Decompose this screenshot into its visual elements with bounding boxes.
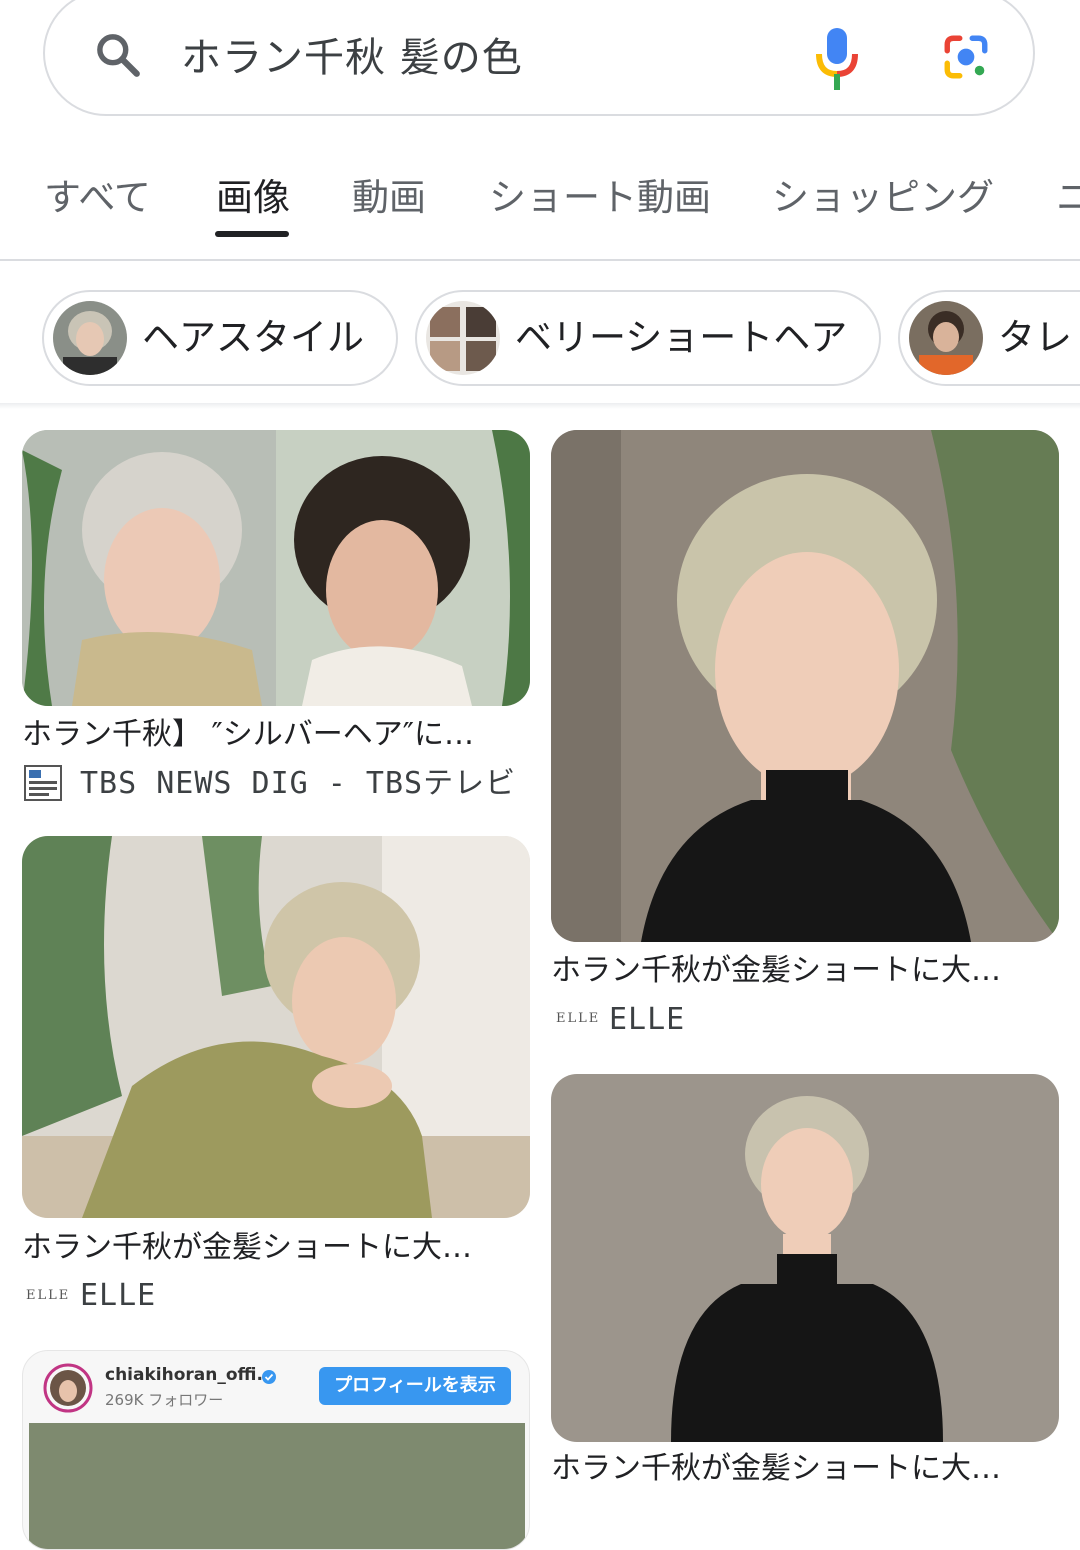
result-source: TBS NEWS DIG - TBSテレビ bbox=[80, 766, 517, 801]
result-source: ELLE bbox=[80, 1278, 157, 1313]
chip-label: ベリーショートヘア bbox=[515, 316, 848, 359]
chip-label: ヘアスタイル bbox=[142, 316, 364, 359]
instagram-avatar bbox=[43, 1363, 93, 1413]
verified-badge-icon bbox=[262, 1370, 276, 1384]
search-bar[interactable]: ホラン千秋 髪の色 bbox=[43, 0, 1035, 116]
chip-label: タレ bbox=[998, 316, 1072, 359]
tab-short-videos[interactable]: ショート動画 bbox=[489, 172, 711, 224]
result-source: ELLE bbox=[609, 1002, 686, 1037]
tbs-news-dig-icon bbox=[24, 765, 62, 801]
chip-thumbnail bbox=[909, 301, 983, 375]
tab-all[interactable]: すべて bbox=[44, 172, 151, 224]
instagram-followers: 269K フォロワー bbox=[105, 1391, 224, 1409]
instagram-photo bbox=[29, 1423, 525, 1549]
result-title[interactable]: ホラン千秋】 ″シルバーヘア″に… bbox=[22, 713, 474, 757]
divider bbox=[0, 403, 1080, 409]
divider bbox=[0, 259, 1080, 261]
result-image[interactable] bbox=[551, 430, 1059, 942]
view-profile-button: プロフィールを表示 bbox=[319, 1367, 511, 1405]
related-chips: ヘアスタイル ベリーショートヘア タレ bbox=[0, 290, 1080, 388]
result-title[interactable]: ホラン千秋が金髪ショートに大… bbox=[551, 1447, 1001, 1491]
result-image[interactable]: chiakihoran_offi... 269K フォロワー プロフィールを表示 bbox=[22, 1350, 530, 1550]
search-icon[interactable] bbox=[93, 30, 143, 80]
elle-icon: ELLE bbox=[556, 1011, 601, 1026]
google-lens-icon[interactable] bbox=[941, 32, 991, 82]
chip-very-short-hair[interactable]: ベリーショートヘア bbox=[415, 290, 881, 386]
chip-thumbnail bbox=[53, 301, 127, 375]
search-tabs: すべて 画像 動画 ショート動画 ショッピング ニ bbox=[0, 150, 1080, 260]
tab-shopping[interactable]: ショッピング bbox=[772, 172, 994, 224]
result-title[interactable]: ホラン千秋が金髪ショートに大… bbox=[551, 949, 1001, 993]
chip-thumbnail bbox=[426, 301, 500, 375]
instagram-handle: chiakihoran_offi... bbox=[105, 1365, 276, 1385]
elle-icon: ELLE bbox=[26, 1288, 71, 1303]
result-title[interactable]: ホラン千秋が金髪ショートに大… bbox=[22, 1226, 472, 1270]
tab-news[interactable]: ニ bbox=[1056, 172, 1080, 224]
chip-hairstyle[interactable]: ヘアスタイル bbox=[42, 290, 398, 386]
search-input[interactable]: ホラン千秋 髪の色 bbox=[181, 30, 523, 86]
result-image[interactable] bbox=[22, 430, 530, 706]
chip-talent[interactable]: タレ bbox=[898, 290, 1080, 386]
microphone-icon[interactable] bbox=[815, 28, 859, 90]
result-image[interactable] bbox=[22, 836, 530, 1218]
active-tab-indicator bbox=[215, 231, 289, 237]
tab-videos[interactable]: 動画 bbox=[352, 172, 426, 224]
tab-images[interactable]: 画像 bbox=[216, 172, 290, 224]
result-image[interactable] bbox=[551, 1074, 1059, 1442]
